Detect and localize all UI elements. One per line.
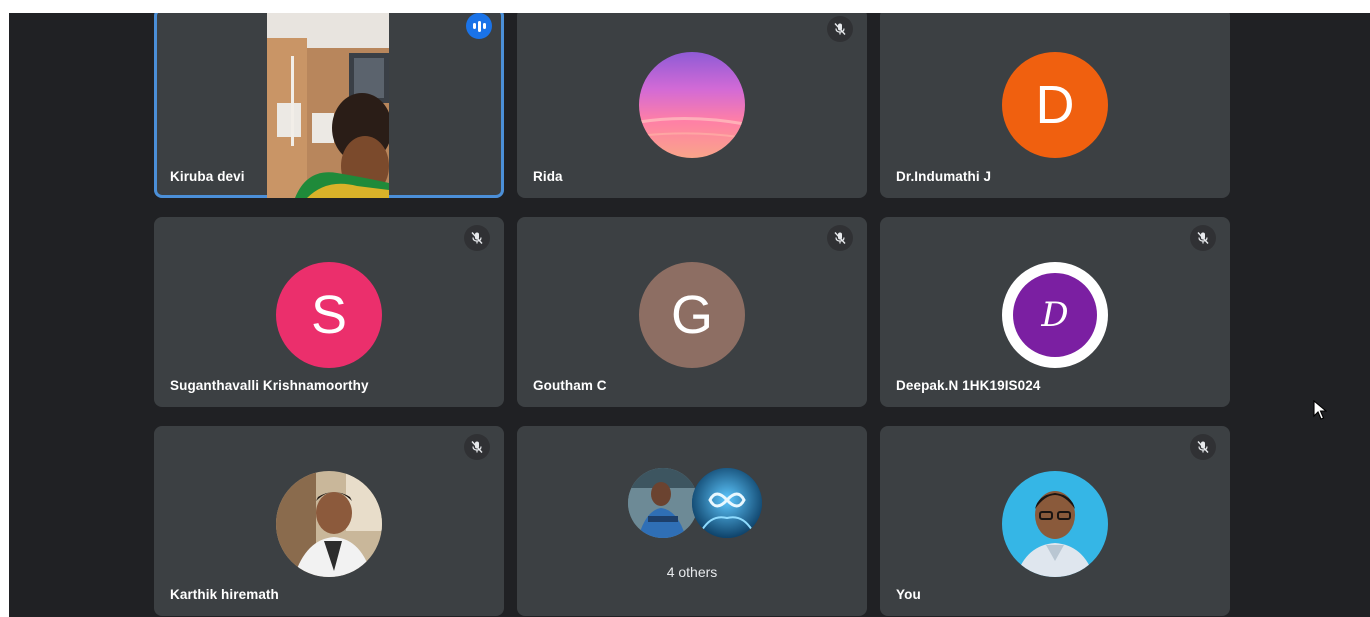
avatar-letter: D xyxy=(1013,273,1097,357)
participant-name: Rida xyxy=(533,169,563,184)
participant-name: Dr.Indumathi J xyxy=(896,169,992,184)
mic-off-icon xyxy=(1190,434,1216,460)
participant-name: Karthik hiremath xyxy=(170,587,279,602)
participant-name: You xyxy=(896,587,921,602)
participant-name: Deepak.N 1HK19IS024 xyxy=(896,378,1041,393)
others-avatar-2 xyxy=(692,468,762,538)
profile-photo-avatar xyxy=(276,471,382,577)
mic-off-icon xyxy=(827,16,853,42)
letter-avatar: D xyxy=(1002,262,1108,368)
participant-tile-dr-indumathi[interactable]: D Dr.Indumathi J xyxy=(880,13,1230,198)
others-count-label: 4 others xyxy=(666,564,718,580)
mic-off-icon xyxy=(827,225,853,251)
participant-name: Goutham C xyxy=(533,378,607,393)
letter-avatar: S xyxy=(276,262,382,368)
letter-avatar: G xyxy=(639,262,745,368)
participant-tile-karthik[interactable]: Karthik hiremath xyxy=(154,426,504,616)
letter-avatar: D xyxy=(1002,52,1108,158)
audio-level-icon xyxy=(466,13,492,39)
participant-name: Suganthavalli Krishnamoorthy xyxy=(170,378,369,393)
mic-off-icon xyxy=(1190,225,1216,251)
sunset-avatar xyxy=(639,52,745,158)
participant-tile-deepak[interactable]: D Deepak.N 1HK19IS024 xyxy=(880,217,1230,407)
participant-tile-others[interactable]: 4 others xyxy=(517,426,867,616)
profile-photo-avatar xyxy=(1002,471,1108,577)
participant-tile-goutham[interactable]: G Goutham C xyxy=(517,217,867,407)
meeting-grid: Kiruba devi Rida D Dr.Indumathi J S Suga… xyxy=(9,13,1370,617)
mouse-cursor-icon xyxy=(1313,399,1328,425)
participant-tile-kiruba-devi[interactable]: Kiruba devi xyxy=(154,13,504,198)
others-avatar-1 xyxy=(628,468,698,538)
participant-tile-rida[interactable]: Rida xyxy=(517,13,867,198)
participant-tile-you[interactable]: You xyxy=(880,426,1230,616)
mic-off-icon xyxy=(464,434,490,460)
participant-name: Kiruba devi xyxy=(170,169,245,184)
participant-tile-suganthavalli[interactable]: S Suganthavalli Krishnamoorthy xyxy=(154,217,504,407)
participant-video xyxy=(267,13,389,198)
mic-off-icon xyxy=(464,225,490,251)
